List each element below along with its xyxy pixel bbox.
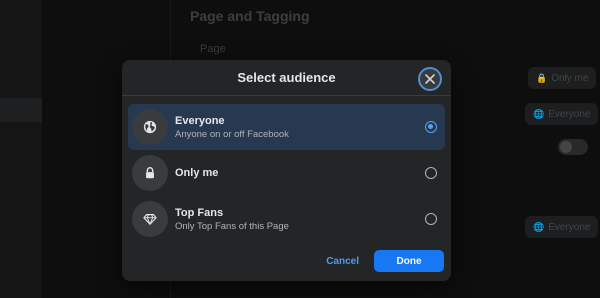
select-audience-dialog: Select audience Everyone Anyone on or of… bbox=[122, 60, 451, 281]
dialog-header: Select audience bbox=[122, 60, 451, 96]
background-subheading: Page bbox=[200, 43, 226, 55]
audience-options-list: Everyone Anyone on or off Facebook Only … bbox=[122, 96, 451, 242]
background-audience-chip-everyone[interactable]: 🌐 Everyone bbox=[525, 103, 599, 125]
lock-icon bbox=[132, 155, 168, 191]
option-description: Anyone on or off Facebook bbox=[175, 128, 289, 140]
background-left-rail bbox=[0, 0, 42, 298]
option-label: Everyone bbox=[175, 114, 225, 127]
radio-only-me[interactable] bbox=[425, 167, 437, 179]
background-toggle-switch[interactable] bbox=[558, 139, 588, 155]
globe-icon: 🌐 bbox=[533, 108, 545, 119]
globe-icon bbox=[132, 109, 168, 145]
background-section-heading: Page and Tagging bbox=[190, 8, 310, 24]
chip-label: Everyone bbox=[548, 221, 591, 233]
audience-option-top-fans[interactable]: Top Fans Only Top Fans of this Page bbox=[128, 196, 445, 242]
globe-icon: 🌐 bbox=[533, 221, 545, 232]
audience-option-only-me[interactable]: Only me bbox=[128, 150, 445, 196]
lock-icon: 🔒 bbox=[536, 72, 548, 83]
radio-everyone[interactable] bbox=[425, 121, 437, 133]
option-label: Top Fans bbox=[175, 206, 224, 219]
background-left-nav-highlight bbox=[0, 98, 42, 122]
diamond-icon bbox=[132, 201, 168, 237]
background-audience-chip-only-me[interactable]: 🔒 Only me bbox=[528, 67, 597, 89]
audience-option-everyone[interactable]: Everyone Anyone on or off Facebook bbox=[128, 104, 445, 150]
done-button[interactable]: Done bbox=[374, 250, 444, 272]
option-label: Only me bbox=[175, 167, 219, 179]
chip-label: Only me bbox=[551, 72, 589, 84]
dialog-title: Select audience bbox=[237, 70, 336, 85]
radio-top-fans[interactable] bbox=[425, 213, 437, 225]
option-description: Only Top Fans of this Page bbox=[175, 220, 289, 232]
close-icon bbox=[425, 74, 435, 84]
dialog-footer: Cancel Done bbox=[122, 241, 451, 281]
close-button[interactable] bbox=[418, 67, 442, 91]
cancel-button[interactable]: Cancel bbox=[326, 256, 359, 267]
chip-label: Everyone bbox=[548, 108, 591, 120]
background-audience-chip-everyone-2[interactable]: 🌐 Everyone bbox=[525, 216, 599, 238]
